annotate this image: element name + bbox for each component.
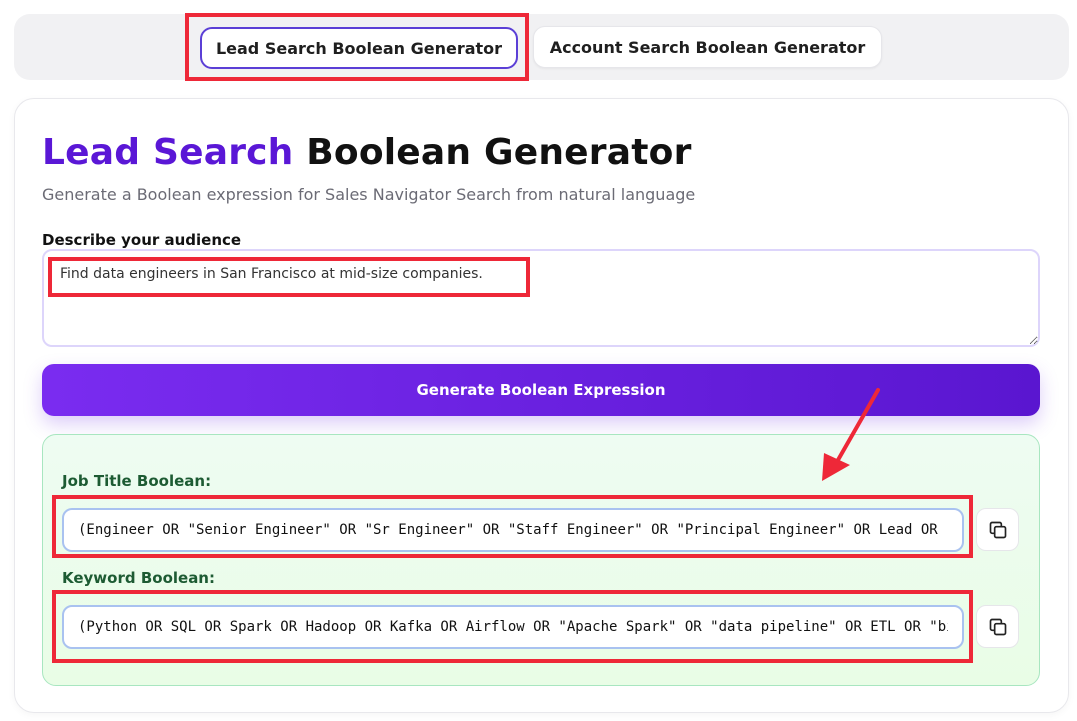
tab-lead-search[interactable]: Lead Search Boolean Generator: [200, 27, 518, 69]
keyword-boolean-field[interactable]: [62, 605, 964, 649]
audience-label: Describe your audience: [42, 231, 242, 249]
job-title-boolean-field[interactable]: [62, 508, 964, 552]
page-subtitle: Generate a Boolean expression for Sales …: [42, 185, 696, 204]
page-title-accent: Lead Search: [42, 132, 294, 173]
tab-account-search[interactable]: Account Search Boolean Generator: [533, 26, 882, 68]
generate-button[interactable]: Generate Boolean Expression: [42, 364, 1040, 416]
job-title-label: Job Title Boolean:: [62, 472, 212, 490]
copy-icon: [989, 618, 1006, 635]
copy-keyword-button[interactable]: [976, 605, 1019, 648]
keyword-label: Keyword Boolean:: [62, 569, 215, 587]
page-title: Lead Search Boolean Generator: [42, 132, 692, 173]
audience-textarea[interactable]: Find data engineers in San Francisco at …: [42, 249, 1040, 347]
copy-icon: [989, 521, 1006, 538]
copy-job-title-button[interactable]: [976, 508, 1019, 551]
page-title-rest: Boolean Generator: [306, 132, 692, 173]
